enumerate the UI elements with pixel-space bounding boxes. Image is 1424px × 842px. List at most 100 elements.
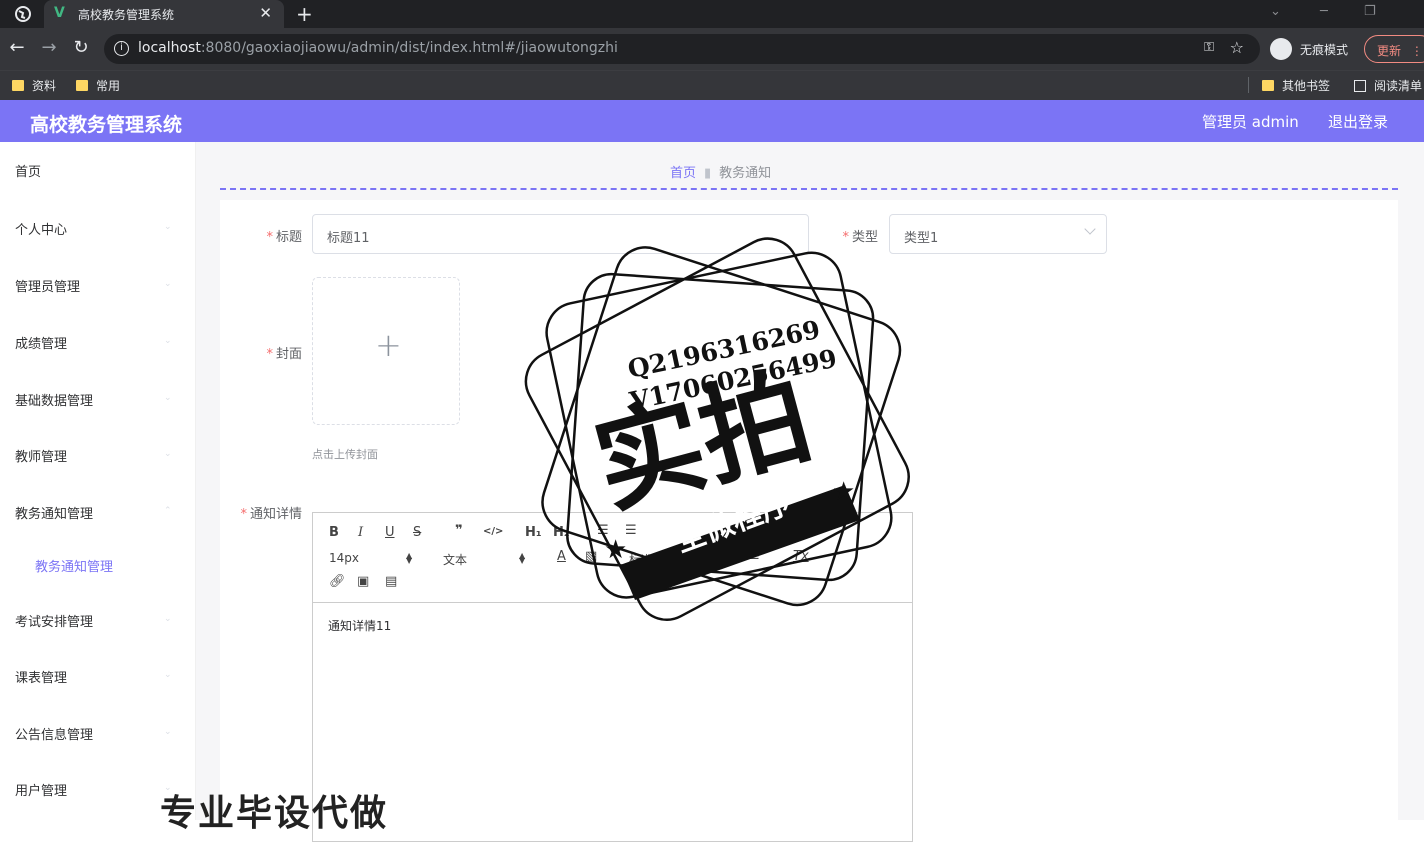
chevron-up-icon: ⌃ xyxy=(164,506,172,516)
folder-icon xyxy=(1262,80,1274,91)
chevron-down-icon: ⌄ xyxy=(164,449,172,459)
font-picker[interactable]: 文本 xyxy=(443,551,467,568)
updown-icon: ▲ ▼ xyxy=(713,551,720,565)
chevron-down-icon: ⌄ xyxy=(164,393,172,403)
reading-list-icon xyxy=(1354,80,1366,92)
title-input[interactable]: 标题11 xyxy=(312,214,809,254)
h1-button[interactable]: H₁ xyxy=(525,525,542,540)
browser-toolbar: ← → ↻ i localhost:8080/gaoxiaojiaowu/adm… xyxy=(0,28,1424,70)
rich-text-editor[interactable]: B I U S ❞ </> H₁ H₂ ☰ ☰ 14px ▲ ▼ 文本 ▲ ▼ A … xyxy=(312,512,913,842)
reading-list[interactable]: 阅读清单 xyxy=(1354,77,1422,94)
updown-icon: ▲ ▼ xyxy=(406,551,413,565)
sidebar-item-announcements[interactable]: 公告信息管理 xyxy=(15,724,93,743)
italic-button[interactable]: I xyxy=(358,525,363,540)
info-icon[interactable]: i xyxy=(114,41,129,56)
link-icon[interactable]: 🔗︎ xyxy=(329,574,346,589)
forward-icon[interactable]: → xyxy=(38,37,60,58)
browser-tabstrip: V 高校教务管理系统 ✕ + ⌄ ─ ❐ xyxy=(0,0,1424,28)
sidebar-item-basic-data[interactable]: 基础数据管理 xyxy=(15,390,93,409)
bold-button[interactable]: B xyxy=(329,525,339,540)
browser-tab[interactable]: V 高校教务管理系统 ✕ xyxy=(44,0,284,28)
video-icon[interactable]: ▤ xyxy=(385,574,397,589)
h2-button[interactable]: H₂ xyxy=(553,525,570,540)
logout-button[interactable]: 退出登录 xyxy=(1328,111,1388,132)
url-text: localhost:8080/gaoxiaojiaowu/admin/dist/… xyxy=(138,40,618,56)
editor-content[interactable]: 通知详情11 xyxy=(328,617,391,634)
sidebar-item-notices[interactable]: 教务通知管理 xyxy=(15,503,93,522)
header-divider xyxy=(220,188,1398,190)
bookmark-changyong[interactable]: 常用 xyxy=(76,77,120,94)
sidebar-item-profile[interactable]: 个人中心 xyxy=(15,219,67,238)
cover-label: * 封面 xyxy=(266,347,302,362)
clean-format-button[interactable]: Tx xyxy=(793,549,809,564)
minimize-icon[interactable]: ─ xyxy=(1320,4,1328,19)
sidebar-item-timetable[interactable]: 课表管理 xyxy=(15,667,67,686)
bullet-list-icon[interactable]: ☰ xyxy=(625,523,637,538)
cover-hint: 点击上传封面 xyxy=(312,448,378,461)
cover-uploader[interactable]: + xyxy=(312,277,460,425)
watermark-bottom-text: 专业毕设代做 xyxy=(160,793,389,834)
vue-favicon-icon: V xyxy=(54,5,65,21)
address-bar[interactable]: i localhost:8080/gaoxiaojiaowu/admin/dis… xyxy=(104,34,1260,64)
breadcrumb-separator-icon: ▮ xyxy=(704,166,712,181)
back-icon[interactable]: ← xyxy=(6,37,28,58)
sidebar-item-admins[interactable]: 管理员管理 xyxy=(15,276,80,295)
type-label: * 类型 xyxy=(842,230,878,245)
plus-icon[interactable]: + xyxy=(296,2,313,26)
text-color-icon[interactable]: A xyxy=(557,549,566,564)
background-color-icon[interactable]: ▧ xyxy=(585,549,597,564)
key-icon[interactable]: ⚿ xyxy=(1204,40,1214,55)
updown-icon: ▲ ▼ xyxy=(519,551,526,565)
restore-icon[interactable]: ❐ xyxy=(1364,4,1376,19)
sidebar-item-teachers[interactable]: 教师管理 xyxy=(15,446,67,465)
ordered-list-icon[interactable]: ☰ xyxy=(597,523,609,538)
close-icon[interactable]: ✕ xyxy=(259,4,272,22)
plus-icon: + xyxy=(375,326,402,364)
chevron-down-icon: ⌄ xyxy=(164,222,172,232)
current-user: 管理员 admin xyxy=(1202,113,1299,131)
header-picker[interactable]: 标准字体 xyxy=(629,551,677,568)
strike-button[interactable]: S xyxy=(413,525,421,540)
tab-title: 高校教务管理系统 xyxy=(78,8,175,22)
chevron-down-icon xyxy=(1084,223,1096,235)
underline-button[interactable]: U xyxy=(385,525,395,540)
editor-toolbar: B I U S ❞ </> H₁ H₂ ☰ ☰ 14px ▲ ▼ 文本 ▲ ▼ A … xyxy=(313,513,912,603)
bookmark-ziliao[interactable]: 资料 xyxy=(12,77,56,94)
folder-icon xyxy=(12,80,24,91)
chevron-down-icon[interactable]: ⌄ xyxy=(1270,4,1281,19)
title-label: * 标题 xyxy=(266,230,302,245)
bookmarks-bar: 资料 常用 其他书签 阅读清单 xyxy=(0,70,1424,100)
folder-icon xyxy=(76,80,88,91)
sidebar-item-grades[interactable]: 成绩管理 xyxy=(15,333,67,352)
image-icon[interactable]: ▣ xyxy=(357,574,369,589)
update-button[interactable]: 更新 ⋮ xyxy=(1364,35,1424,63)
quote-button[interactable]: ❞ xyxy=(455,523,463,538)
breadcrumb-current: 教务通知 xyxy=(719,166,772,181)
type-select[interactable]: 类型1 xyxy=(889,214,1107,254)
app-header: 高校教务管理系统 管理员 admin 退出登录 xyxy=(0,100,1424,142)
sidebar-subitem-notices[interactable]: 教务通知管理 xyxy=(35,556,113,575)
incognito-label: 无痕模式 xyxy=(1300,43,1349,57)
sidebar-item-exams[interactable]: 考试安排管理 xyxy=(15,611,93,630)
breadcrumb-home[interactable]: 首页 xyxy=(670,166,696,181)
breadcrumb: 首页 ▮ 教务通知 xyxy=(670,162,771,181)
menu-icon[interactable]: ⋮ xyxy=(1411,44,1423,58)
reload-icon[interactable]: ↻ xyxy=(70,37,92,58)
app-title: 高校教务管理系统 xyxy=(30,114,183,136)
chevron-down-icon: ⌄ xyxy=(164,279,172,289)
chevron-down-icon: ⌄ xyxy=(164,336,172,346)
other-bookmarks[interactable]: 其他书签 xyxy=(1262,77,1330,94)
code-button[interactable]: </> xyxy=(483,526,503,537)
align-icon[interactable]: ≡ xyxy=(749,549,760,564)
bookmark-divider xyxy=(1248,77,1249,93)
type-select-value: 类型1 xyxy=(904,231,939,246)
chevron-down-icon: ⌄ xyxy=(164,727,172,737)
chevron-down-icon: ⌄ xyxy=(164,614,172,624)
globe-icon xyxy=(15,6,31,22)
star-icon[interactable]: ☆ xyxy=(1230,38,1244,57)
sidebar-item-users[interactable]: 用户管理 xyxy=(15,780,67,799)
detail-label: * 通知详情 xyxy=(240,507,302,522)
sidebar-item-home[interactable]: 首页 xyxy=(15,161,41,180)
sidebar: 首页 个人中心 ⌄ 管理员管理 ⌄ 成绩管理 ⌄ 基础数据管理 ⌄ 教师管理 ⌄… xyxy=(0,142,196,820)
size-picker[interactable]: 14px xyxy=(329,551,359,565)
